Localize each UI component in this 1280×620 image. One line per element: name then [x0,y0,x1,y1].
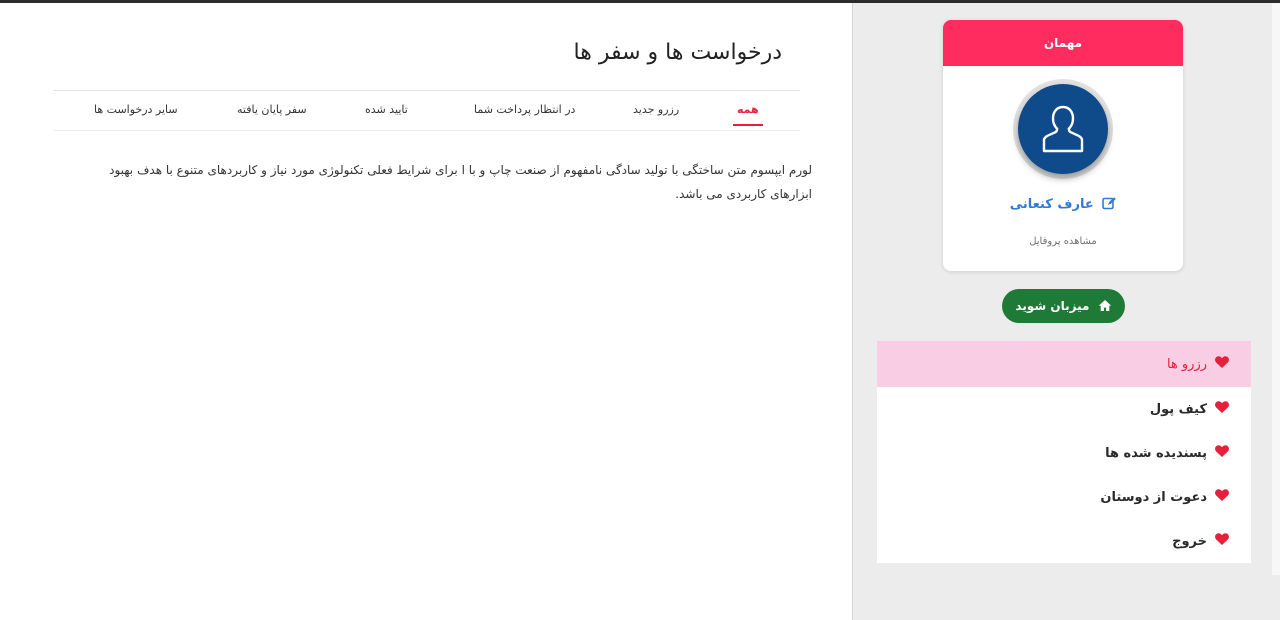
tab-all[interactable]: همه [737,103,759,116]
heart-icon [1215,533,1229,549]
sidebar: مهمان عارف کنعانی مشاهده پروفایل میزبان … [852,3,1280,620]
view-profile-link[interactable]: مشاهده پروفایل [943,236,1183,247]
profile-name-link[interactable]: عارف کنعانی [943,196,1183,214]
host-button-label: میزبان شوید [1015,299,1090,313]
account-menu: رزرو ها کیف پول پسندیده شده ها دعوت از د… [877,341,1251,563]
heart-icon [1215,401,1229,417]
heart-icon [1215,356,1229,372]
menu-item-label: رزرو ها [1166,356,1207,372]
user-silhouette-icon [1042,105,1084,153]
divider [53,90,800,91]
home-icon [1098,291,1112,325]
active-tab-indicator [733,124,763,126]
menu-item-label: دعوت از دوستان [1100,489,1207,505]
menu-item-label: پسندیده شده ها [1105,445,1207,461]
divider [53,130,800,131]
profile-name[interactable]: عارف کنعانی [1010,197,1094,212]
heart-icon [1215,489,1229,505]
menu-item-label: خروج [1172,533,1207,549]
tab-confirmed[interactable]: تایید شده [365,103,408,116]
menu-item-label: کیف پول [1149,401,1207,417]
edit-icon[interactable] [1102,196,1117,214]
tab-other-requests[interactable]: سایر درخواست ها [94,103,178,116]
scrollbar-track[interactable] [1272,3,1280,575]
profile-header: مهمان [943,20,1183,66]
become-host-button[interactable]: میزبان شوید [1002,289,1125,323]
avatar[interactable] [1018,84,1108,174]
tab-finished-trips[interactable]: سفر پایان یافته [237,103,307,116]
menu-item-logout[interactable]: خروج [877,519,1251,563]
menu-item-wallet[interactable]: کیف پول [877,387,1251,431]
menu-item-bookings[interactable]: رزرو ها [877,341,1251,387]
profile-card: مهمان عارف کنعانی مشاهده پروفایل [943,20,1183,271]
tab-new-booking[interactable]: رزرو جدید [633,103,679,116]
tab-awaiting-payment[interactable]: در انتظار پرداخت شما [474,103,575,116]
content-paragraph: لورم ایپسوم متن ساختگی با تولید سادگی نا… [109,163,812,201]
page-title: درخواست ها و سفر ها [573,40,782,65]
menu-item-favorites[interactable]: پسندیده شده ها [877,431,1251,475]
menu-item-invite-friends[interactable]: دعوت از دوستان [877,475,1251,519]
heart-icon [1215,445,1229,461]
